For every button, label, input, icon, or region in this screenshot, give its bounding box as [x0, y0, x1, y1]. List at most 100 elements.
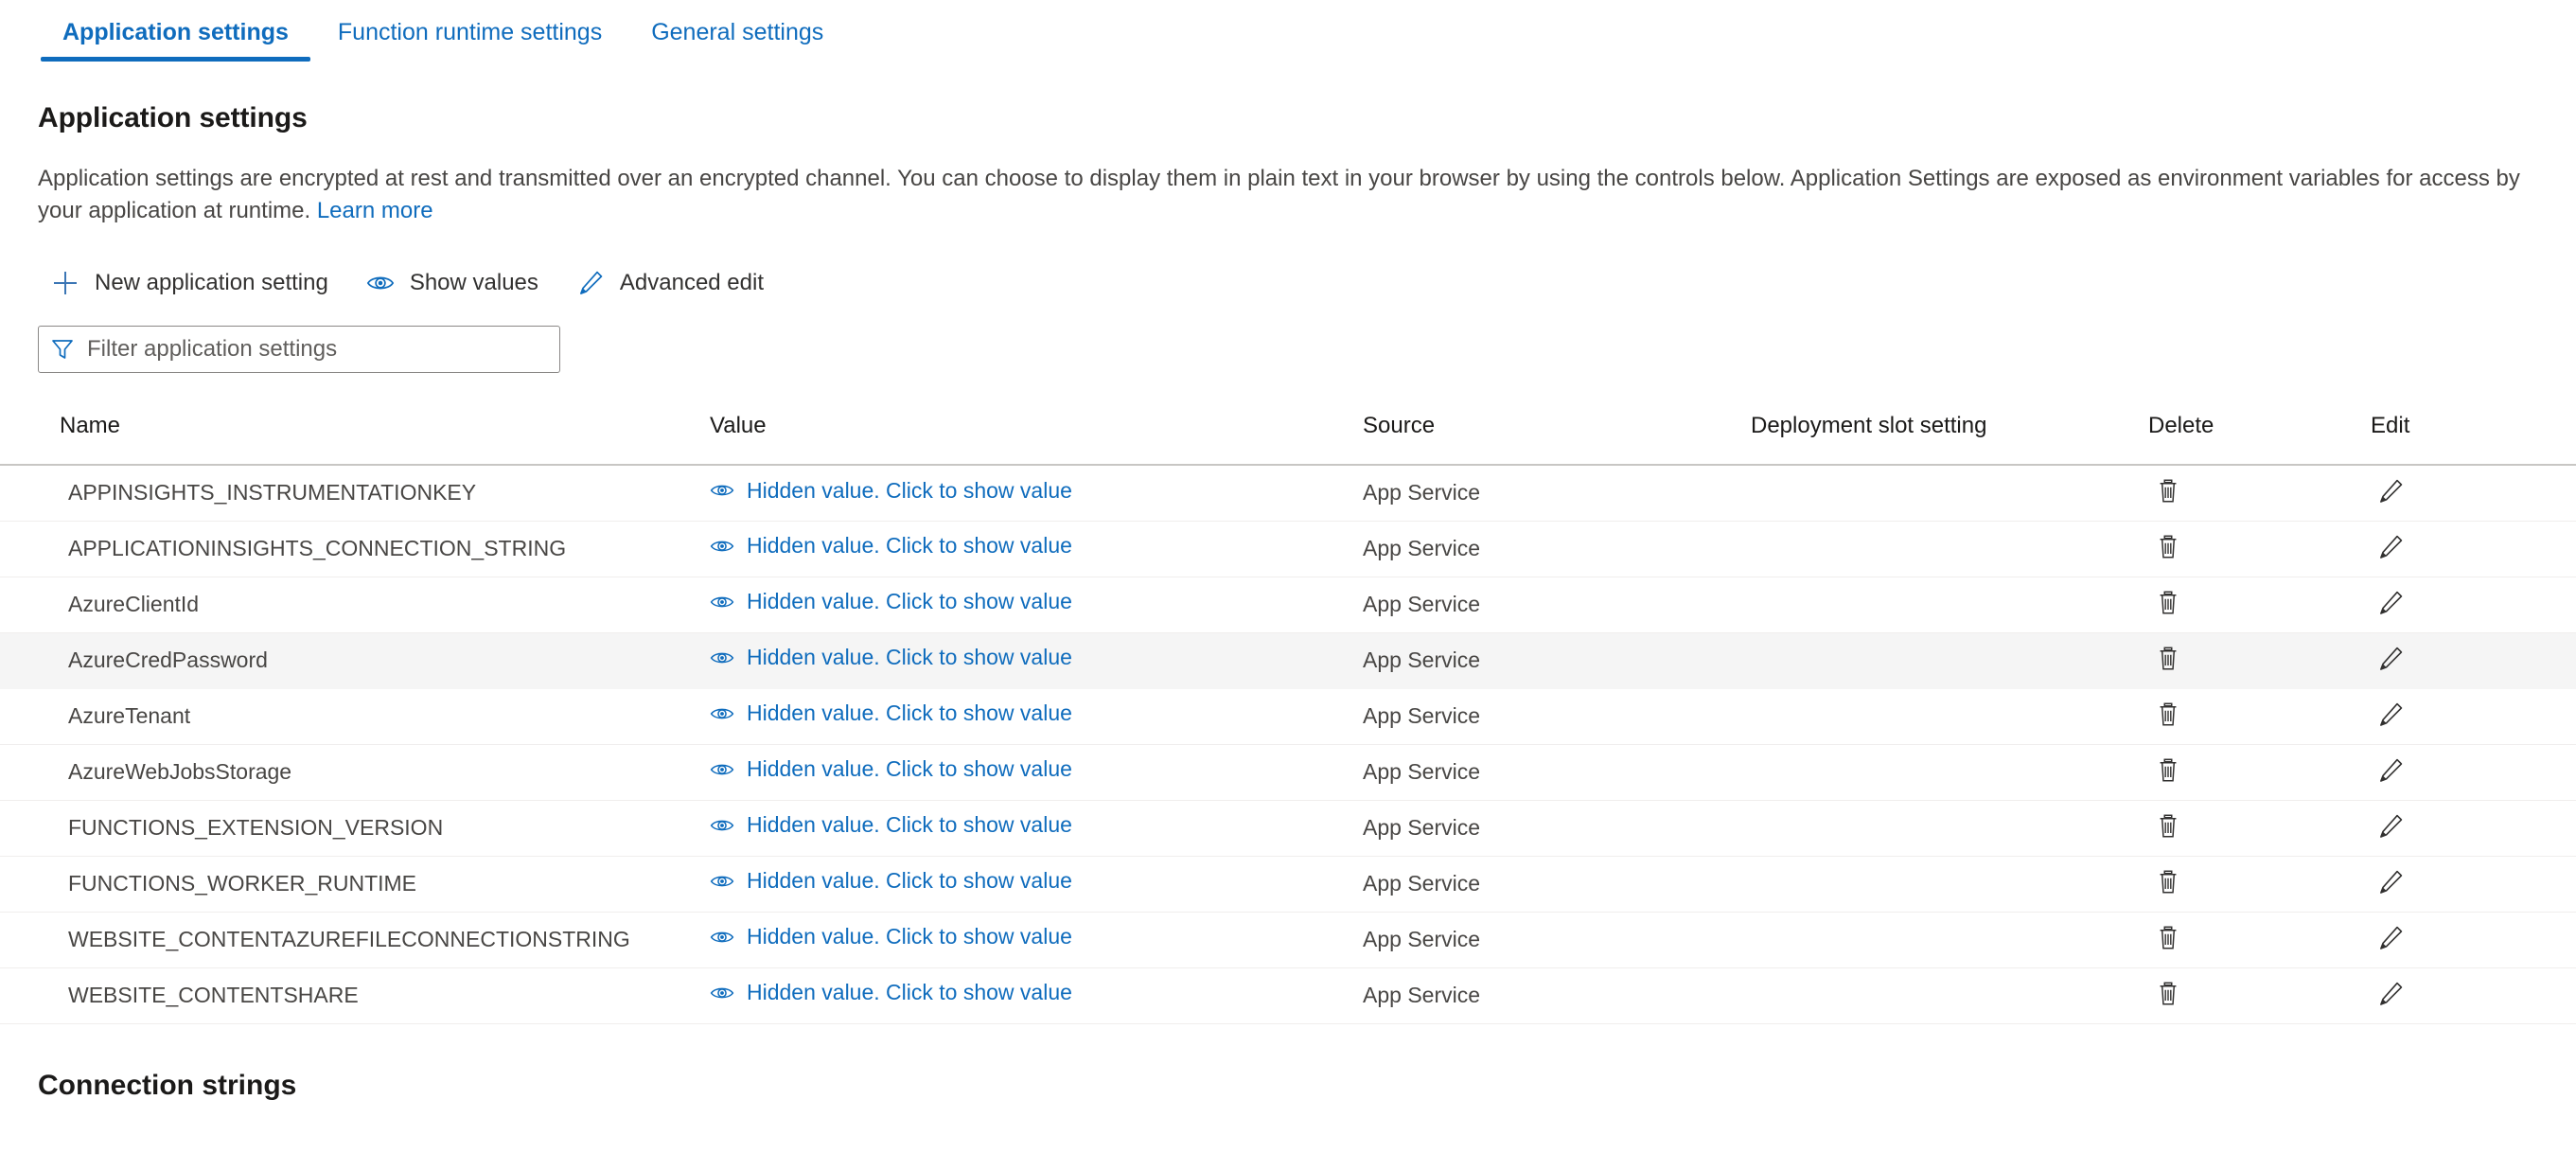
delete-button[interactable]	[2148, 753, 2188, 792]
hidden-value-link[interactable]: Hidden value. Click to show value	[710, 533, 1072, 559]
cell-source: App Service	[1363, 688, 1751, 745]
table-row[interactable]: APPINSIGHTS_INSTRUMENTATIONKEY Hidden val…	[0, 465, 2576, 522]
trash-icon	[2154, 645, 2182, 676]
tab-general-settings[interactable]: General settings	[626, 0, 848, 67]
hidden-value-label: Hidden value. Click to show value	[747, 533, 1072, 559]
delete-button[interactable]	[2148, 697, 2188, 736]
eye-icon	[710, 534, 734, 559]
cell-delete	[2148, 465, 2371, 522]
cell-value: Hidden value. Click to show value	[710, 688, 1363, 745]
hidden-value-link[interactable]: Hidden value. Click to show value	[710, 812, 1072, 838]
advanced-edit-button[interactable]: Advanced edit	[563, 261, 788, 305]
trash-icon	[2154, 756, 2182, 788]
learn-more-link[interactable]: Learn more	[317, 198, 433, 223]
trash-icon	[2154, 701, 2182, 732]
delete-button[interactable]	[2148, 529, 2188, 569]
edit-button[interactable]	[2371, 697, 2410, 736]
cell-delete	[2148, 576, 2371, 633]
cell-delete	[2148, 967, 2371, 1024]
trash-icon	[2154, 868, 2182, 899]
delete-button[interactable]	[2148, 920, 2188, 960]
edit-button[interactable]	[2371, 808, 2410, 848]
cell-deployment-slot-setting	[1751, 632, 2148, 689]
table-header-row: Name Value Source Deployment slot settin…	[0, 403, 2576, 467]
cell-source: App Service	[1363, 744, 1751, 801]
hidden-value-link[interactable]: Hidden value. Click to show value	[710, 701, 1072, 726]
edit-button[interactable]	[2371, 585, 2410, 625]
hidden-value-label: Hidden value. Click to show value	[747, 701, 1072, 726]
table-row[interactable]: WEBSITE_CONTENTSHARE Hidden value. Click …	[0, 967, 2576, 1024]
connection-strings-title: Connection strings	[38, 1069, 297, 1101]
cell-delete	[2148, 521, 2371, 577]
cell-name: AzureTenant	[0, 688, 710, 745]
cell-deployment-slot-setting	[1751, 800, 2148, 857]
pencil-icon	[2376, 980, 2405, 1011]
trash-icon	[2154, 812, 2182, 843]
hidden-value-link[interactable]: Hidden value. Click to show value	[710, 756, 1072, 782]
tab-application-settings[interactable]: Application settings	[38, 0, 313, 67]
command-bar: New application setting Show values Adva…	[38, 261, 2576, 305]
table-row[interactable]: AzureClientId Hidden value. Click to show…	[0, 576, 2576, 633]
cell-deployment-slot-setting	[1751, 967, 2148, 1024]
hidden-value-link[interactable]: Hidden value. Click to show value	[710, 478, 1072, 504]
cell-value: Hidden value. Click to show value	[710, 856, 1363, 913]
delete-button[interactable]	[2148, 976, 2188, 1016]
show-values-label: Show values	[409, 270, 538, 296]
filter-application-settings[interactable]	[38, 326, 560, 374]
delete-button[interactable]	[2148, 864, 2188, 904]
cell-deployment-slot-setting	[1751, 744, 2148, 801]
cell-edit	[2371, 800, 2576, 857]
edit-button[interactable]	[2371, 641, 2410, 681]
tab-function-runtime-settings[interactable]: Function runtime settings	[313, 0, 626, 67]
table-row[interactable]: AzureTenant Hidden value. Click to show v…	[0, 688, 2576, 745]
tab-label: Function runtime settings	[337, 19, 603, 45]
application-settings-table: Name Value Source Deployment slot settin…	[0, 403, 2576, 1024]
search-input[interactable]	[87, 336, 548, 364]
edit-button[interactable]	[2371, 920, 2410, 960]
source-label: App Service	[1363, 927, 1481, 952]
cell-value: Hidden value. Click to show value	[710, 465, 1363, 522]
cell-deployment-slot-setting	[1751, 856, 2148, 913]
cell-name: APPLICATIONINSIGHTS_CONNECTION_STRING	[0, 521, 710, 577]
cell-value: Hidden value. Click to show value	[710, 744, 1363, 801]
edit-button[interactable]	[2371, 529, 2410, 569]
setting-name: AzureCredPassword	[68, 647, 268, 673]
eye-icon	[710, 478, 734, 503]
column-header-edit: Edit	[2371, 403, 2576, 467]
source-label: App Service	[1363, 592, 1481, 617]
column-header-source[interactable]: Source	[1363, 403, 1751, 467]
table-row[interactable]: WEBSITE_CONTENTAZUREFILECONNECTIONSTRING…	[0, 912, 2576, 968]
delete-button[interactable]	[2148, 641, 2188, 681]
eye-icon	[710, 646, 734, 670]
hidden-value-link[interactable]: Hidden value. Click to show value	[710, 980, 1072, 1005]
table-row[interactable]: AzureWebJobsStorage Hidden value. Click t…	[0, 744, 2576, 801]
cell-source: App Service	[1363, 632, 1751, 689]
hidden-value-link[interactable]: Hidden value. Click to show value	[710, 589, 1072, 614]
table-row[interactable]: APPLICATIONINSIGHTS_CONNECTION_STRING Hid…	[0, 521, 2576, 577]
new-application-setting-button[interactable]: New application setting	[38, 261, 353, 305]
hidden-value-label: Hidden value. Click to show value	[747, 980, 1072, 1005]
delete-button[interactable]	[2148, 808, 2188, 848]
cell-source: App Service	[1363, 521, 1751, 577]
column-header-name[interactable]: Name	[0, 403, 710, 467]
table-row[interactable]: FUNCTIONS_WORKER_RUNTIME Hidden value. Cl…	[0, 856, 2576, 913]
table-row[interactable]: AzureCredPassword Hidden value. Click to …	[0, 632, 2576, 689]
edit-button[interactable]	[2371, 976, 2410, 1016]
column-header-delete: Delete	[2148, 403, 2371, 467]
edit-button[interactable]	[2371, 753, 2410, 792]
hidden-value-link[interactable]: Hidden value. Click to show value	[710, 868, 1072, 894]
edit-button[interactable]	[2371, 473, 2410, 513]
column-header-deployment-slot-setting[interactable]: Deployment slot setting	[1751, 403, 2148, 467]
table-row[interactable]: FUNCTIONS_EXTENSION_VERSION Hidden value.…	[0, 800, 2576, 857]
source-label: App Service	[1363, 983, 1481, 1008]
hidden-value-link[interactable]: Hidden value. Click to show value	[710, 645, 1072, 670]
delete-button[interactable]	[2148, 473, 2188, 513]
edit-button[interactable]	[2371, 864, 2410, 904]
delete-button[interactable]	[2148, 585, 2188, 625]
hidden-value-link[interactable]: Hidden value. Click to show value	[710, 924, 1072, 949]
column-header-value[interactable]: Value	[710, 403, 1363, 467]
cell-deployment-slot-setting	[1751, 465, 2148, 522]
cell-edit	[2371, 521, 2576, 577]
show-values-button[interactable]: Show values	[353, 261, 563, 305]
cell-source: App Service	[1363, 856, 1751, 913]
